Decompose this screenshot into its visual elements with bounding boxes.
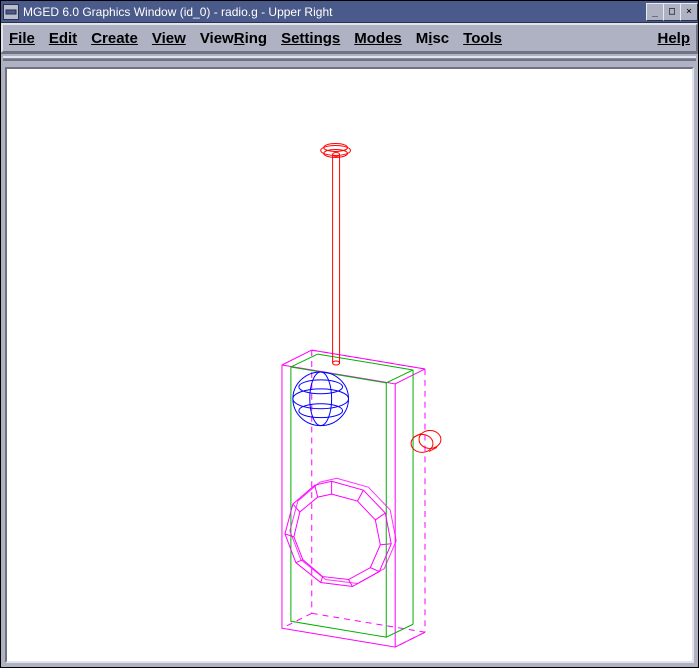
app-window: MGED 6.0 Graphics Window (id_0) - radio.… xyxy=(0,0,699,668)
tuning-knob-sphere xyxy=(293,372,349,426)
menu-viewring[interactable]: ViewRing xyxy=(200,30,267,47)
speaker-torus xyxy=(285,478,396,586)
menu-file[interactable]: File xyxy=(9,30,35,47)
titlebar-left: MGED 6.0 Graphics Window (id_0) - radio.… xyxy=(3,4,332,20)
toolbar-separator xyxy=(1,53,698,63)
window-menu-icon[interactable] xyxy=(3,4,19,20)
wireframe-scene xyxy=(7,69,692,661)
separator-groove xyxy=(3,56,696,61)
maximize-button[interactable]: □ xyxy=(663,3,681,21)
menu-settings[interactable]: Settings xyxy=(281,30,340,47)
menubar-left: File Edit Create View ViewRing Settings … xyxy=(9,30,502,47)
titlebar[interactable]: MGED 6.0 Graphics Window (id_0) - radio.… xyxy=(1,1,698,23)
window-controls: _ □ × xyxy=(647,3,698,21)
radio-body-outer xyxy=(282,350,425,647)
menu-misc[interactable]: Misc xyxy=(416,30,449,47)
side-button xyxy=(411,431,441,453)
menubar: File Edit Create View ViewRing Settings … xyxy=(1,23,698,53)
menu-create[interactable]: Create xyxy=(91,30,138,47)
window-title: MGED 6.0 Graphics Window (id_0) - radio.… xyxy=(23,5,332,19)
minimize-button[interactable]: _ xyxy=(646,3,664,21)
menu-help[interactable]: Help xyxy=(657,30,690,47)
graphics-viewport[interactable] xyxy=(5,67,694,663)
menu-view[interactable]: View xyxy=(152,30,186,47)
menu-modes[interactable]: Modes xyxy=(354,30,402,47)
menu-edit[interactable]: Edit xyxy=(49,30,77,47)
viewport-frame xyxy=(1,63,698,667)
close-button[interactable]: × xyxy=(680,3,698,21)
menu-tools[interactable]: Tools xyxy=(463,30,502,47)
antenna xyxy=(321,143,351,365)
